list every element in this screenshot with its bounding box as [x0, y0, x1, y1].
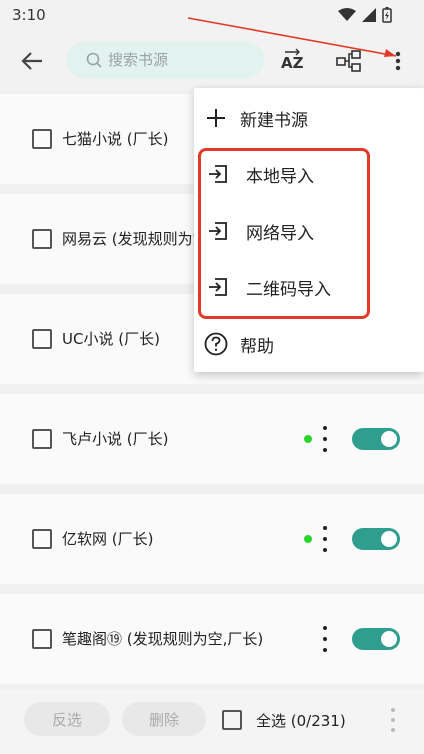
enable-toggle[interactable] [352, 628, 400, 650]
plus-icon [204, 106, 228, 130]
search-box[interactable] [66, 42, 264, 78]
menu-item-label: 二维码导入 [246, 279, 331, 300]
item-checkbox[interactable] [32, 529, 52, 549]
toggle-knob [381, 431, 397, 447]
menu-item-new-source[interactable]: 新建书源 [194, 90, 424, 146]
import-icon [206, 219, 230, 243]
item-checkbox[interactable] [32, 329, 52, 349]
back-button[interactable] [14, 44, 50, 78]
item-more-button[interactable] [318, 526, 332, 552]
sort-az-icon: AZ [281, 48, 304, 72]
menu-item-label: 网络导入 [246, 223, 314, 244]
more-options-button[interactable] [386, 44, 410, 78]
group-icon [336, 50, 361, 72]
status-bar: 3:10 [0, 0, 424, 30]
source-name: UC小说 (厂长) [62, 330, 160, 348]
item-checkbox[interactable] [32, 229, 52, 249]
options-menu: 新建书源 本地导入 网络导入 二维码导入 帮助 [194, 88, 424, 372]
item-more-button[interactable] [318, 626, 332, 652]
import-icon [206, 162, 230, 186]
status-time: 3:10 [12, 6, 46, 24]
invert-selection-button[interactable]: 反选 [24, 702, 110, 736]
source-name: 笔趣阁⑲ (发现规则为空,厂长) [62, 630, 264, 648]
more-vert-icon [395, 51, 401, 71]
status-icons [338, 7, 392, 23]
enable-toggle[interactable] [352, 428, 400, 450]
wifi-icon [338, 8, 356, 21]
import-icon [206, 275, 230, 299]
status-dot [304, 435, 312, 443]
source-name: 亿软网 (厂长) [62, 530, 154, 548]
menu-item-network-import[interactable]: 网络导入 [194, 203, 424, 259]
bottom-bar: 反选 删除 全选 (0/231) [0, 690, 424, 754]
item-checkbox[interactable] [32, 429, 52, 449]
menu-item-qr-import[interactable]: 二维码导入 [194, 259, 424, 315]
select-all-label: 全选 (0/231) [256, 712, 346, 730]
menu-item-local-import[interactable]: 本地导入 [194, 146, 424, 202]
menu-item-label: 本地导入 [246, 166, 314, 187]
toggle-knob [381, 531, 397, 547]
bottom-more-button[interactable] [388, 708, 398, 732]
enable-toggle[interactable] [352, 528, 400, 550]
sort-button[interactable]: AZ [276, 44, 310, 78]
help-icon [204, 332, 228, 356]
source-name: 飞卢小说 (厂长) [62, 430, 169, 448]
search-icon [86, 52, 102, 68]
battery-icon [382, 7, 392, 23]
source-name: 七猫小说 (厂长) [62, 130, 169, 148]
item-more-button[interactable] [318, 426, 332, 452]
status-dot [304, 535, 312, 543]
signal-icon [362, 8, 376, 22]
item-checkbox[interactable] [32, 629, 52, 649]
arrow-left-icon [21, 52, 42, 70]
delete-button[interactable]: 删除 [122, 702, 206, 736]
list-item[interactable]: 飞卢小说 (厂长) [0, 394, 424, 484]
toolbar: AZ [0, 30, 424, 92]
item-checkbox[interactable] [32, 129, 52, 149]
menu-item-help[interactable]: 帮助 [194, 316, 424, 372]
toggle-knob [381, 631, 397, 647]
menu-item-label: 新建书源 [240, 110, 308, 131]
menu-item-label: 帮助 [240, 336, 274, 357]
group-button[interactable] [332, 44, 366, 78]
list-item[interactable]: 笔趣阁⑲ (发现规则为空,厂长) [0, 594, 424, 684]
sort-label: AZ [281, 54, 304, 72]
search-input[interactable] [108, 51, 258, 69]
list-item[interactable]: 亿软网 (厂长) [0, 494, 424, 584]
select-all-checkbox[interactable] [222, 710, 242, 730]
